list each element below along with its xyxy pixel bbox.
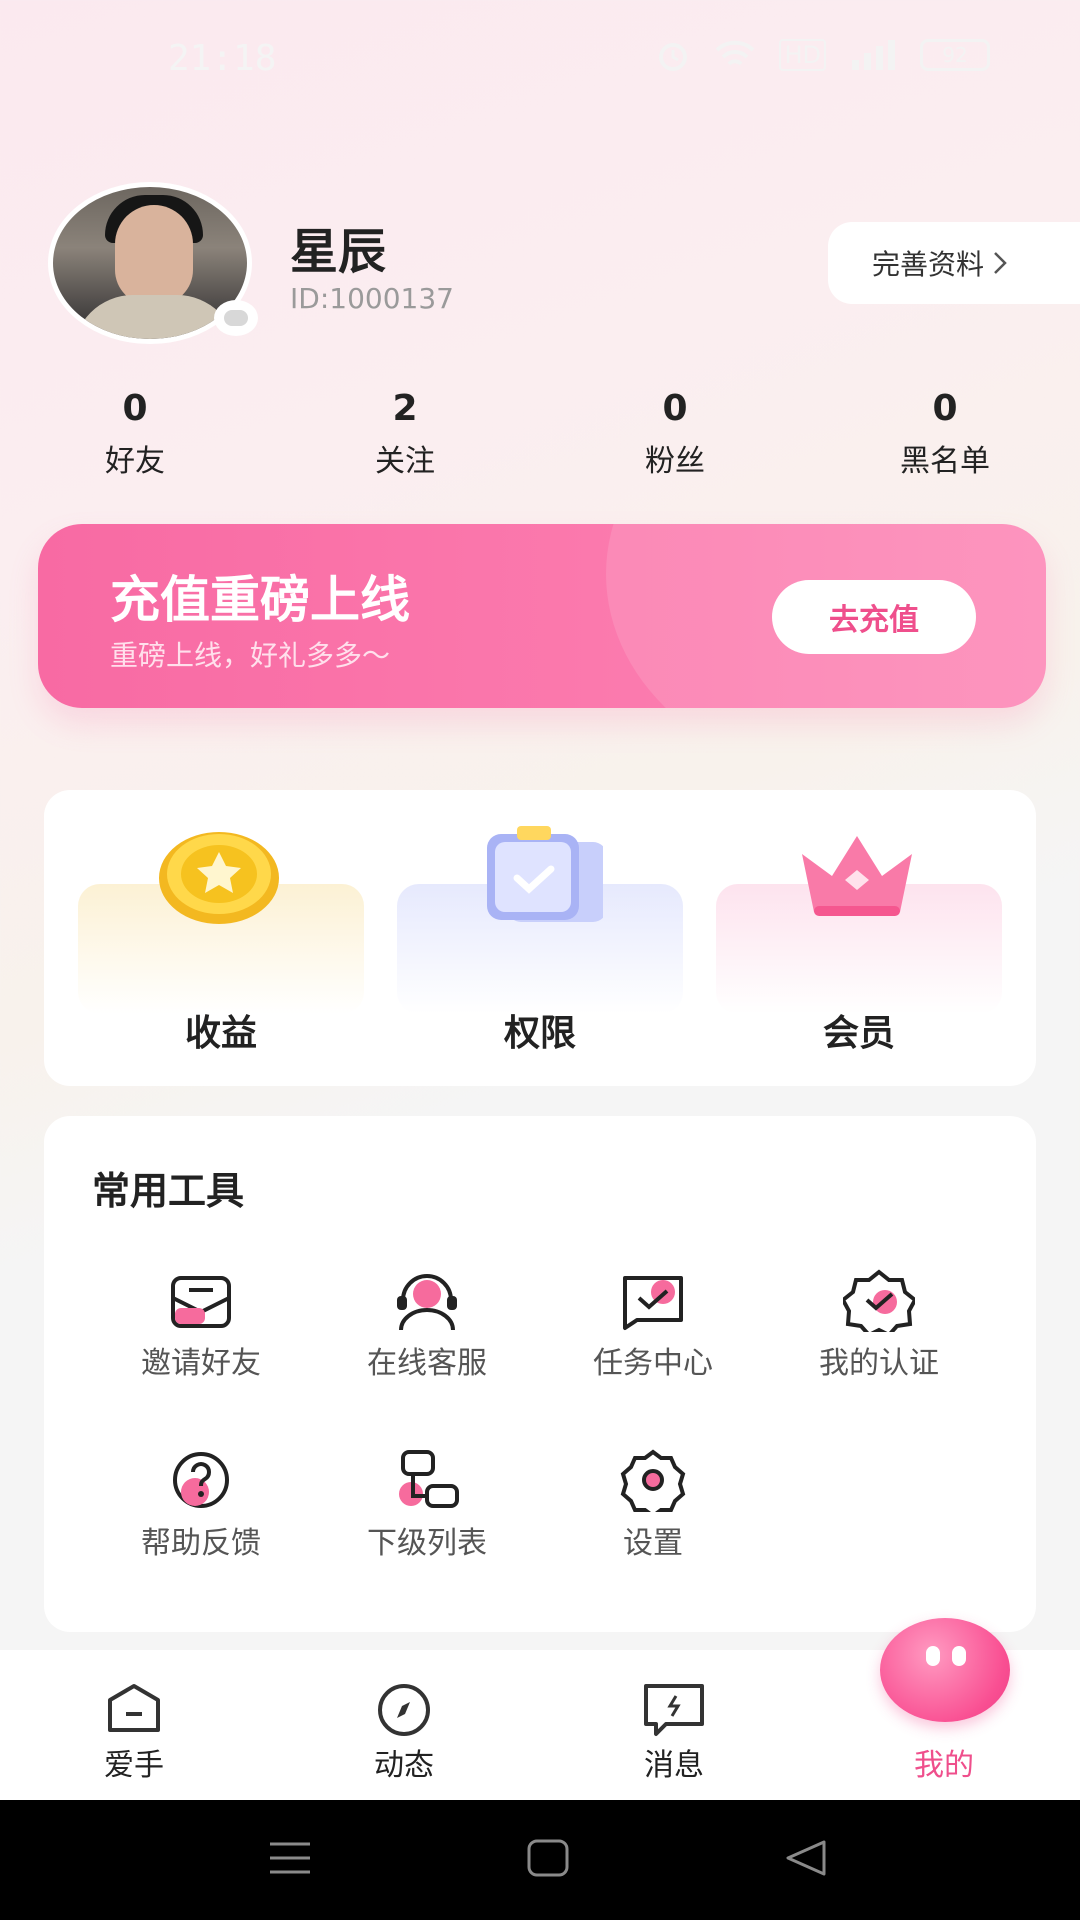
banner-subtitle: 重磅上线，好礼多多～ [110, 639, 391, 672]
status-icons: HD 92 [655, 38, 990, 72]
invite-envelope-icon [171, 1276, 231, 1328]
stat-label: 黑名单 [900, 444, 990, 479]
permission-entry[interactable]: 权限 [397, 826, 683, 1054]
avatar-body [73, 295, 237, 339]
user-name: 星辰 [290, 224, 387, 280]
permission-label: 权限 [503, 1013, 576, 1054]
network-type: HD [779, 39, 826, 71]
tool-label: 下级列表 [367, 1526, 487, 1561]
tool-invite-friends[interactable]: 邀请好友 [88, 1268, 314, 1382]
battery-indicator: 92 [920, 39, 990, 71]
stat-following[interactable]: 2 关注 [270, 388, 540, 480]
gear-icon [620, 1449, 686, 1512]
earnings-entry[interactable]: 收益 [78, 832, 364, 1054]
tool-customer-service[interactable]: 在线客服 [314, 1268, 540, 1382]
avatar-face [115, 205, 193, 305]
nav-label: 我的 [914, 1748, 974, 1783]
stat-friends[interactable]: 0 好友 [0, 388, 270, 480]
menu-icon[interactable] [268, 1838, 312, 1882]
stat-value: 0 [932, 388, 958, 429]
gold-coin-icon [159, 832, 279, 924]
stat-value: 0 [662, 388, 688, 429]
profile-stats: 0 好友 2 关注 0 粉丝 0 黑名单 [0, 388, 1080, 480]
stat-label: 关注 [375, 444, 435, 479]
wifi-icon [716, 40, 755, 66]
tool-label: 在线客服 [367, 1346, 487, 1381]
nav-moments[interactable]: 动态 [294, 1680, 514, 1784]
home-icon [108, 1684, 160, 1732]
stat-value: 2 [392, 388, 418, 429]
avatar-edit-badge[interactable] [214, 300, 258, 336]
nav-home[interactable]: 爱手 [24, 1680, 244, 1784]
crown-icon [802, 836, 912, 916]
status-time: 21:18 [168, 38, 277, 79]
task-icon [623, 1276, 683, 1330]
signal-icon [852, 40, 895, 70]
tool-label: 我的认证 [819, 1346, 939, 1381]
nav-label: 动态 [374, 1748, 434, 1783]
nav-label: 爱手 [104, 1748, 164, 1783]
stat-fans[interactable]: 0 粉丝 [540, 388, 810, 480]
alarm-icon [659, 43, 688, 71]
verified-badge-icon [843, 1269, 915, 1332]
subordinate-list-icon [399, 1450, 459, 1508]
tool-label: 任务中心 [593, 1346, 713, 1381]
edit-profile-button[interactable]: 完善资料 [828, 222, 1080, 304]
earnings-label: 收益 [184, 1013, 257, 1054]
recharge-button[interactable]: 去充值 [772, 580, 976, 654]
tool-label: 设置 [623, 1526, 683, 1561]
common-tools-card: 常用工具 邀请好友 在线客服 任务中心 我的认证 帮助反馈 下级列表 设置 [44, 1116, 1036, 1632]
back-icon[interactable] [784, 1838, 828, 1882]
headset-icon [397, 1274, 457, 1331]
stat-label: 粉丝 [645, 444, 705, 479]
tool-help-feedback[interactable]: 帮助反馈 [88, 1448, 314, 1562]
system-nav-bar [0, 1800, 1080, 1920]
recharge-banner[interactable]: 充值重磅上线 重磅上线，好礼多多～ 去充值 [38, 524, 1046, 708]
tool-label: 邀请好友 [141, 1346, 261, 1381]
stat-label: 好友 [105, 444, 165, 479]
vip-label: 会员 [822, 1013, 895, 1054]
tool-my-certification[interactable]: 我的认证 [766, 1268, 992, 1382]
compass-icon [378, 1684, 430, 1736]
home-button-icon[interactable] [526, 1838, 570, 1882]
status-bar: 21:18 HD 92 [0, 0, 1080, 115]
nav-label: 消息 [644, 1748, 704, 1783]
tool-task-center[interactable]: 任务中心 [540, 1268, 766, 1382]
user-id: ID:1000137 [290, 282, 454, 315]
help-icon [173, 1452, 229, 1508]
vip-entry[interactable]: 会员 [716, 836, 1002, 1054]
me-blob-icon[interactable] [880, 1618, 1010, 1722]
tools-heading: 常用工具 [92, 1169, 245, 1213]
clipboard-check-icon [487, 826, 603, 922]
tool-label: 帮助反馈 [141, 1526, 261, 1561]
stat-blacklist[interactable]: 0 黑名单 [810, 388, 1080, 480]
edit-profile-label: 完善资料 [872, 248, 985, 281]
tool-subordinate-list[interactable]: 下级列表 [314, 1448, 540, 1562]
nav-messages[interactable]: 消息 [564, 1680, 784, 1784]
tool-settings[interactable]: 设置 [540, 1448, 766, 1562]
stat-value: 0 [122, 388, 148, 429]
banner-title: 充值重磅上线 [110, 571, 410, 629]
message-icon [644, 1684, 704, 1736]
chevron-right-icon [994, 252, 1007, 274]
badge-icon [224, 310, 248, 326]
feature-card: 收益 权限 会员 [44, 790, 1036, 1086]
